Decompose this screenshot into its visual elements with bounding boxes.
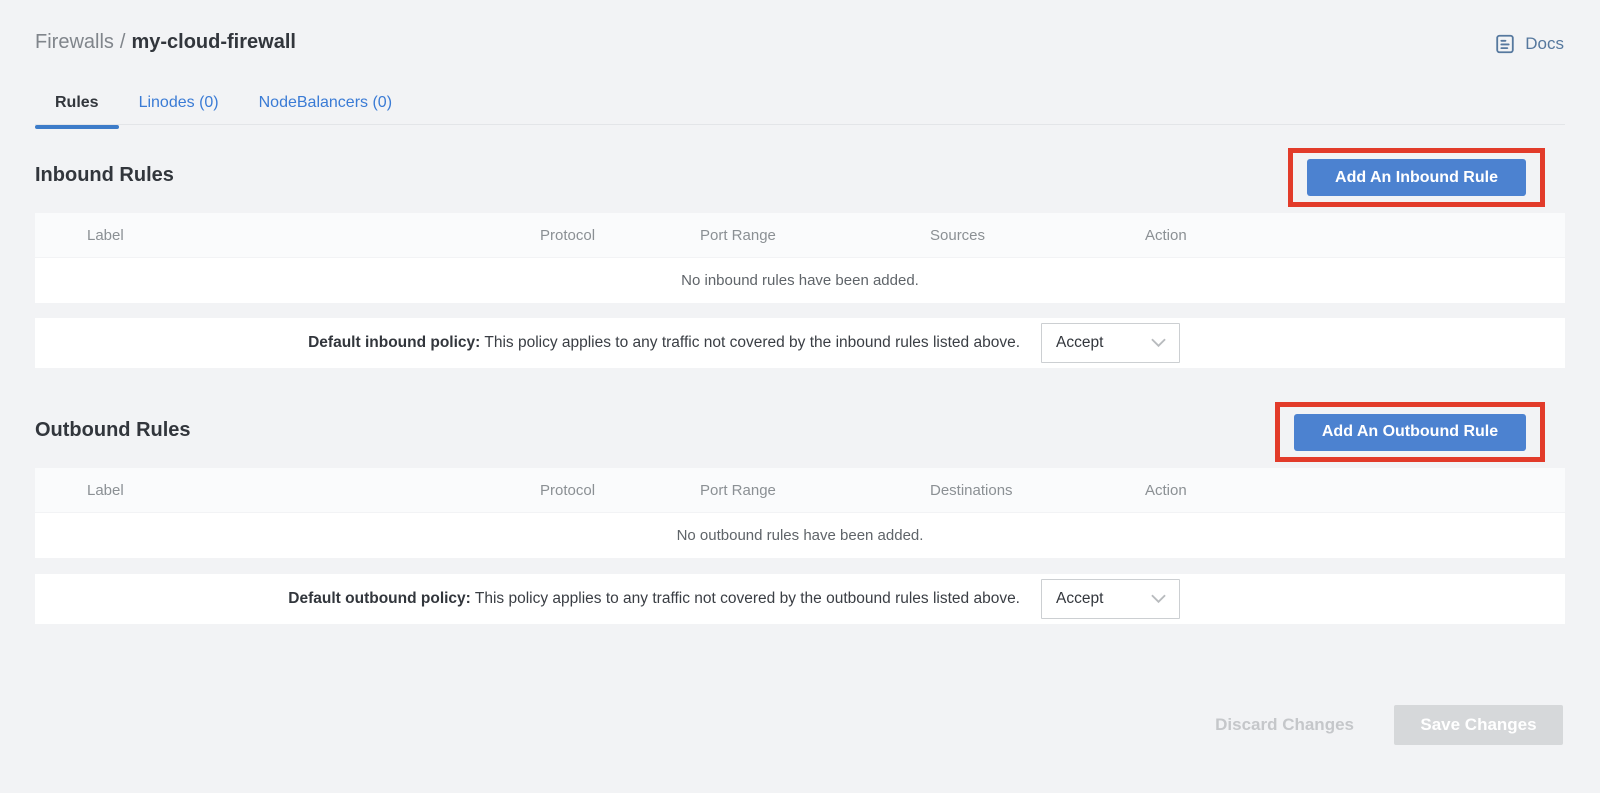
outbound-policy-label: Default outbound policy: <box>288 590 471 607</box>
docs-link-label: Docs <box>1525 34 1564 54</box>
outbound-button-highlight-annotation: Add An Outbound Rule <box>1275 402 1545 462</box>
outbound-policy-row: Default outbound policy: This policy app… <box>35 574 1565 624</box>
breadcrumb-current-firewall: my-cloud-firewall <box>131 31 295 53</box>
outbound-policy-selected-value: Accept <box>1056 590 1103 608</box>
outbound-empty-state: No outbound rules have been added. <box>35 513 1565 558</box>
inbound-col-sources: Sources <box>930 227 1145 244</box>
inbound-rules-heading: Inbound Rules <box>35 164 174 187</box>
inbound-table-header-row: Label Protocol Port Range Sources Action <box>35 213 1565 257</box>
tab-rules[interactable]: Rules <box>35 88 119 129</box>
discard-changes-button[interactable]: Discard Changes <box>1203 705 1366 745</box>
chevron-down-icon <box>1151 338 1166 348</box>
outbound-rules-table: Label Protocol Port Range Destinations A… <box>35 468 1565 558</box>
firewall-detail-page: Firewalls /my-cloud-firewall Docs Rules L… <box>0 0 1600 793</box>
inbound-policy-select[interactable]: Accept <box>1041 323 1180 363</box>
tab-nodebalancers[interactable]: NodeBalancers (0) <box>239 88 412 129</box>
docs-link[interactable]: Docs <box>1494 33 1564 55</box>
inbound-policy-helper-text: This policy applies to any traffic not c… <box>484 334 1020 351</box>
inbound-col-label: Label <box>87 227 540 244</box>
outbound-col-destinations: Destinations <box>930 482 1145 499</box>
outbound-policy-helper-text: This policy applies to any traffic not c… <box>475 590 1020 607</box>
inbound-col-protocol: Protocol <box>540 227 700 244</box>
tab-linodes[interactable]: Linodes (0) <box>119 88 239 129</box>
breadcrumb-separator: / <box>120 31 126 53</box>
tab-divider <box>35 124 1565 125</box>
inbound-policy-row: Default inbound policy: This policy appl… <box>35 318 1565 368</box>
outbound-col-action: Action <box>1145 482 1565 499</box>
breadcrumb-firewalls-link[interactable]: Firewalls <box>35 31 114 53</box>
form-actions: Discard Changes Save Changes <box>1203 705 1563 745</box>
inbound-button-highlight-annotation: Add An Inbound Rule <box>1288 148 1545 207</box>
outbound-policy-description: Default outbound policy: This policy app… <box>35 590 1020 608</box>
inbound-col-action: Action <box>1145 227 1565 244</box>
outbound-policy-select[interactable]: Accept <box>1041 579 1180 619</box>
outbound-table-header-row: Label Protocol Port Range Destinations A… <box>35 468 1565 512</box>
inbound-policy-label: Default inbound policy: <box>308 334 480 351</box>
docs-icon <box>1494 33 1516 55</box>
chevron-down-icon <box>1151 594 1166 604</box>
outbound-col-label: Label <box>87 482 540 499</box>
outbound-col-protocol: Protocol <box>540 482 700 499</box>
inbound-empty-state: No inbound rules have been added. <box>35 258 1565 303</box>
tab-bar: Rules Linodes (0) NodeBalancers (0) <box>35 88 412 129</box>
outbound-col-port-range: Port Range <box>700 482 930 499</box>
inbound-policy-description: Default inbound policy: This policy appl… <box>35 334 1020 352</box>
outbound-rules-heading: Outbound Rules <box>35 419 191 442</box>
inbound-rules-table: Label Protocol Port Range Sources Action… <box>35 213 1565 303</box>
add-outbound-rule-button[interactable]: Add An Outbound Rule <box>1294 414 1526 451</box>
add-inbound-rule-button[interactable]: Add An Inbound Rule <box>1307 159 1526 196</box>
breadcrumb: Firewalls /my-cloud-firewall <box>35 31 296 54</box>
inbound-policy-selected-value: Accept <box>1056 334 1103 352</box>
inbound-col-port-range: Port Range <box>700 227 930 244</box>
save-changes-button[interactable]: Save Changes <box>1394 705 1563 745</box>
